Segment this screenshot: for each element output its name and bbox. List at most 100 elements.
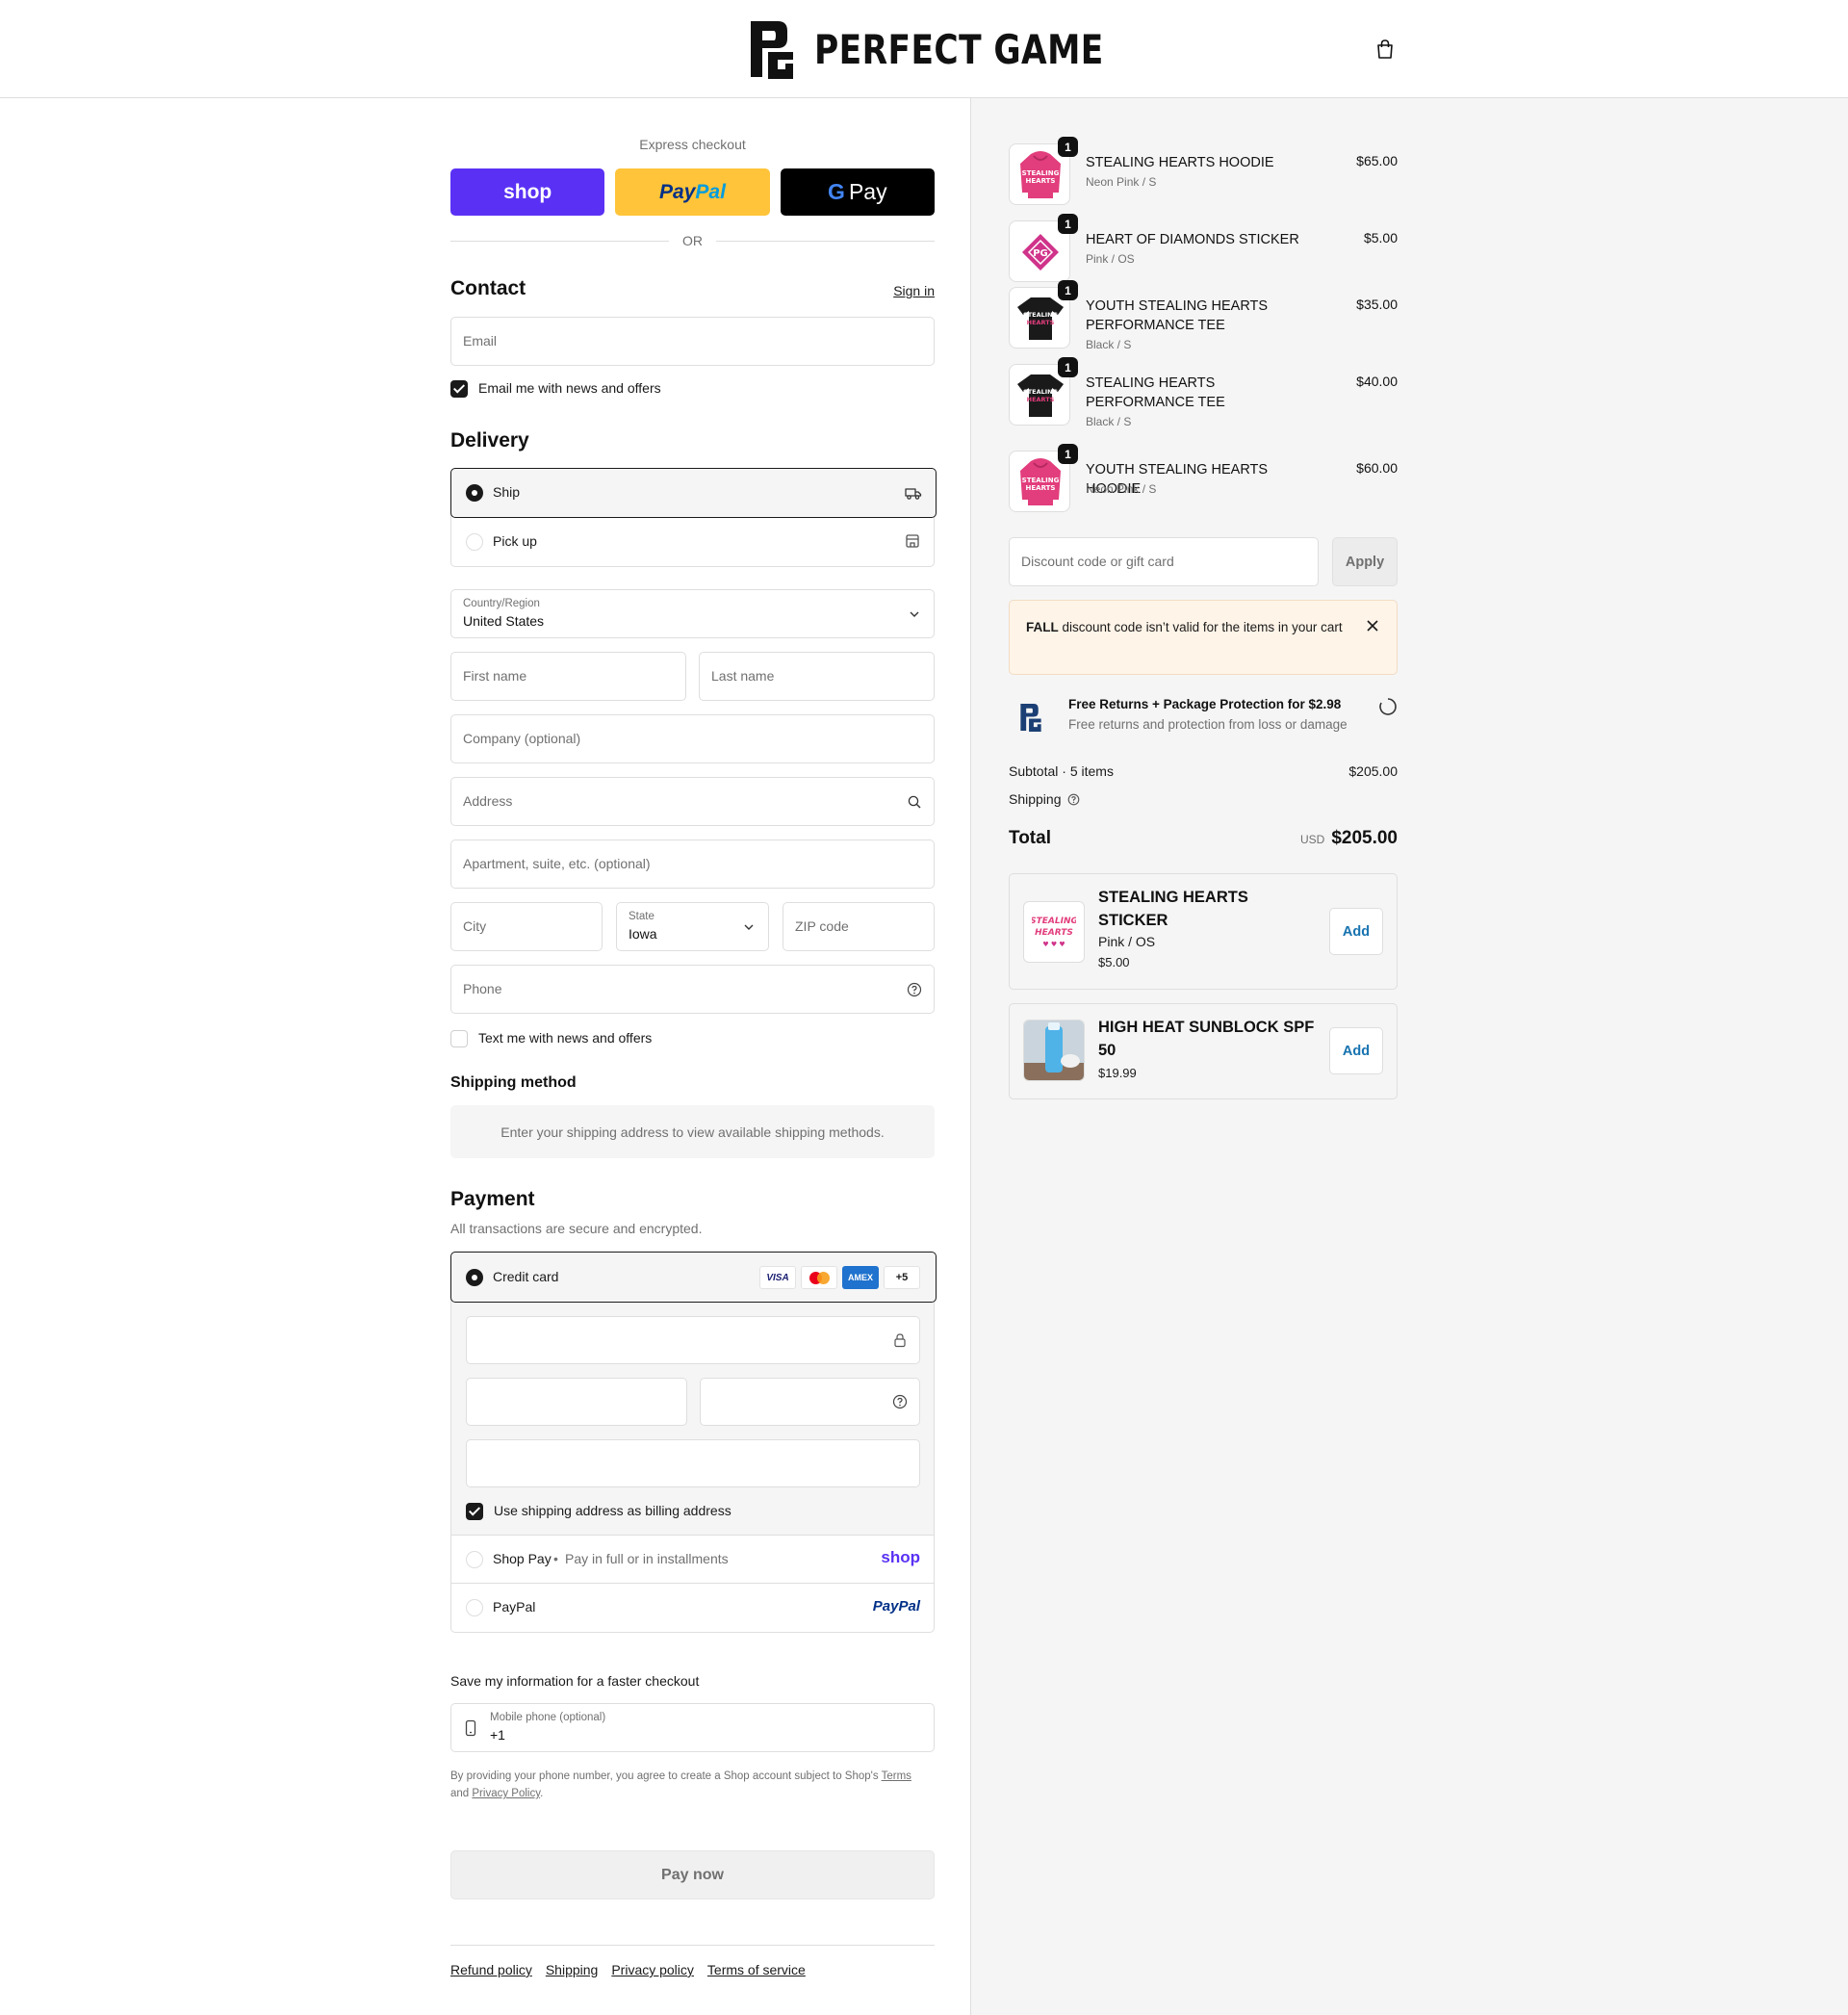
- discount-error-text: FALL discount code isn’t valid for the i…: [1026, 618, 1344, 637]
- ship-label: Ship: [493, 484, 521, 500]
- sticker-image: STEALING HEARTS ♥ ♥ ♥: [1032, 917, 1076, 948]
- help-circle-icon[interactable]: [892, 1394, 908, 1409]
- mobile-phone-icon: [465, 1719, 476, 1737]
- diamond-sticker-image: PG: [1022, 234, 1059, 271]
- shop-privacy-link[interactable]: Privacy Policy: [472, 1788, 540, 1799]
- company-field[interactable]: Company (optional): [450, 714, 935, 763]
- ship-radio[interactable]: [466, 484, 483, 502]
- package-protection: Free Returns + Package Protection for $2…: [1009, 689, 1398, 739]
- email-news-label: Email me with news and offers: [478, 380, 661, 396]
- protection-title: Free Returns + Package Protection for $2…: [1068, 697, 1342, 711]
- upsell-price: $19.99: [1098, 1066, 1137, 1080]
- svg-text:HEARTS: HEARTS: [1035, 928, 1073, 938]
- payment-option-paypal[interactable]: PayPal PayPal: [451, 1584, 934, 1633]
- product-image: STEALING HEARTS 1: [1009, 280, 1078, 349]
- credit-card-radio[interactable]: [466, 1269, 483, 1286]
- text-news-checkbox[interactable]: [450, 1030, 468, 1047]
- apply-label: Apply: [1345, 554, 1385, 570]
- address-field[interactable]: Address: [450, 777, 935, 826]
- cart-item: STEALING HEARTS 1 STEALING HEARTS PERFORM…: [1009, 357, 1398, 428]
- email-news-checkbox[interactable]: [450, 380, 468, 398]
- zip-field[interactable]: ZIP code: [783, 902, 935, 951]
- truck-icon: [905, 488, 922, 500]
- mobile-phone-value: +1: [490, 1727, 505, 1743]
- add-upsell-button[interactable]: Add: [1329, 908, 1383, 955]
- pay-now-button[interactable]: Pay now: [450, 1850, 935, 1899]
- close-icon[interactable]: [1366, 619, 1379, 633]
- hoodie-image: STEALINGHEARTS: [1020, 151, 1061, 198]
- shop-legal-text: By providing your phone number, you agre…: [450, 1768, 935, 1802]
- product-variant: Black / S: [1086, 338, 1132, 351]
- protection-subtitle: Free returns and protection from loss or…: [1068, 717, 1348, 732]
- card-security-code-field[interactable]: [700, 1378, 920, 1426]
- billing-same-label: Use shipping address as billing address: [494, 1503, 732, 1518]
- quantity-badge: 1: [1058, 357, 1078, 377]
- card-name-field[interactable]: [466, 1439, 920, 1487]
- google-pay-express-button[interactable]: G Pay: [780, 168, 935, 216]
- pickup-radio[interactable]: [466, 533, 483, 551]
- paypal-express-button[interactable]: Pay Pal: [615, 168, 770, 216]
- add-upsell-button[interactable]: Add: [1329, 1027, 1383, 1074]
- email-field[interactable]: Email: [450, 317, 935, 366]
- divider-line: [716, 240, 935, 242]
- product-variant: Pink / OS: [1086, 252, 1135, 266]
- sunblock-image: [1024, 1020, 1084, 1080]
- svg-text:HEARTS: HEARTS: [1026, 177, 1056, 185]
- refund-policy-link[interactable]: Refund policy: [450, 1962, 532, 1977]
- privacy-policy-link[interactable]: Privacy policy: [611, 1962, 694, 1977]
- sign-in-link[interactable]: Sign in: [893, 283, 935, 298]
- card-number-field[interactable]: [466, 1316, 920, 1364]
- shop-pay-sub: Pay in full or in installments: [565, 1551, 729, 1566]
- delivery-option-ship[interactable]: Ship: [450, 468, 937, 518]
- delivery-option-pickup[interactable]: Pick up: [451, 518, 934, 567]
- apartment-field[interactable]: Apartment, suite, etc. (optional): [450, 840, 935, 889]
- billing-same-checkbox[interactable]: [466, 1503, 483, 1520]
- payment-subtitle: All transactions are secure and encrypte…: [450, 1221, 703, 1236]
- product-name: STEALING HEARTS PERFORMANCE TEE: [1086, 375, 1225, 410]
- add-label: Add: [1342, 923, 1371, 940]
- shipping-policy-link[interactable]: Shipping: [546, 1962, 599, 1977]
- help-circle-icon[interactable]: [1067, 793, 1080, 806]
- shop-pay-radio[interactable]: [466, 1551, 483, 1568]
- mobile-phone-field[interactable]: Mobile phone (optional) +1: [450, 1703, 935, 1752]
- cart-item: STEALING HEARTS 1 YOUTH STEALING HEARTS P…: [1009, 280, 1398, 351]
- shipping-label: Shipping: [1009, 791, 1062, 807]
- pg-logo-icon: [751, 21, 793, 79]
- phone-field[interactable]: Phone: [450, 965, 935, 1014]
- shop-pay-express-button[interactable]: shop: [450, 168, 605, 216]
- first-name-field[interactable]: First name: [450, 652, 686, 701]
- product-price: $65.00: [1356, 153, 1398, 168]
- shop-terms-link[interactable]: Terms: [882, 1770, 911, 1782]
- card-expiry-field[interactable]: [466, 1378, 687, 1426]
- payment-option-shop-pay[interactable]: Shop Pay • Pay in full or in installment…: [451, 1536, 934, 1584]
- shop-pay-wordmark: shop: [503, 180, 552, 203]
- svg-text:STEALING: STEALING: [1032, 917, 1076, 926]
- product-name: HEART OF DIAMONDS STICKER: [1086, 232, 1299, 247]
- help-circle-icon[interactable]: [907, 982, 922, 997]
- last-name-field[interactable]: Last name: [699, 652, 935, 701]
- delivery-options: Ship Pick up: [450, 468, 937, 567]
- discount-code-field[interactable]: Discount code or gift card: [1009, 537, 1319, 586]
- shopping-bag-icon[interactable]: [1374, 39, 1396, 60]
- brand-logo[interactable]: PERFECT GAME: [749, 19, 1168, 79]
- product-image: [1023, 1020, 1085, 1081]
- country-select[interactable]: Country/Region United States: [450, 589, 935, 638]
- terms-of-service-link[interactable]: Terms of service: [707, 1962, 806, 1977]
- state-select[interactable]: State Iowa: [616, 902, 769, 951]
- phone-placeholder: Phone: [463, 981, 502, 996]
- quantity-badge: 1: [1058, 214, 1078, 234]
- email-placeholder: Email: [463, 333, 498, 349]
- apply-discount-button[interactable]: Apply: [1332, 537, 1398, 586]
- payment-option-credit-card[interactable]: Credit card VISA AMEX +5: [450, 1252, 937, 1303]
- country-label: Country/Region: [463, 598, 540, 609]
- footer-links: Refund policy Shipping Privacy policy Te…: [450, 1962, 806, 1977]
- paypal-radio[interactable]: [466, 1599, 483, 1616]
- product-variant: Neon Pink / S: [1086, 482, 1157, 496]
- cart-item: STEALING HEARTS 1 YOUTH STEALING HEARTS H…: [1009, 444, 1398, 512]
- city-field[interactable]: City: [450, 902, 603, 951]
- paypal-wordmark-pal: Pal: [695, 180, 726, 203]
- svg-text:STEALING: STEALING: [1022, 477, 1060, 484]
- shop-pay-separator: •: [553, 1551, 558, 1566]
- paypal-wordmark-pay: Pay: [659, 180, 696, 203]
- product-variant: Black / S: [1086, 415, 1132, 428]
